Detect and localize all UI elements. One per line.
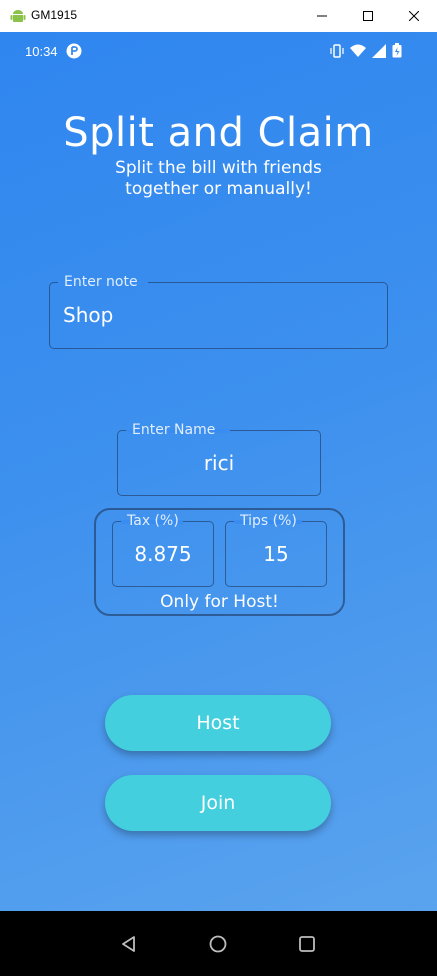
maximize-button[interactable] [345, 0, 391, 32]
host-settings-box: Tax (%) 8.875 Tips (%) 15 Only for Host! [94, 508, 345, 616]
minimize-button[interactable] [299, 0, 345, 32]
window-titlebar: GM1915 [0, 0, 437, 33]
note-field[interactable]: Enter note Shop [49, 274, 388, 349]
minimize-icon [317, 15, 327, 17]
name-field-value: rici [203, 451, 235, 475]
window-title: GM1915 [31, 8, 78, 22]
tax-field[interactable]: Tax (%) 8.875 [112, 513, 214, 587]
name-field-label: Enter Name [132, 422, 216, 438]
close-button[interactable] [391, 0, 437, 32]
app-badge-icon [66, 43, 82, 59]
tips-field-label: Tips (%) [240, 513, 297, 529]
app-title: Split and Claim [63, 110, 374, 156]
status-time: 10:34 [25, 44, 58, 59]
tax-field-label: Tax (%) [127, 513, 179, 529]
home-icon[interactable] [208, 934, 228, 954]
maximize-icon [363, 11, 373, 21]
wifi-icon [350, 44, 366, 57]
subtitle-line-2: together or manually! [125, 179, 312, 199]
battery-icon [392, 43, 402, 58]
navigation-bar [0, 911, 437, 976]
system-icons [330, 43, 402, 58]
subtitle-line-1: Split the bill with friends [115, 158, 322, 178]
app-subtitle: Split the bill with friends together or … [60, 158, 377, 200]
android-icon [10, 10, 26, 22]
tips-field-value: 15 [263, 542, 289, 566]
signal-icon [372, 43, 386, 58]
name-field[interactable]: Enter Name rici [117, 422, 321, 496]
tax-field-value: 8.875 [134, 542, 192, 566]
recents-icon[interactable] [297, 934, 317, 954]
note-field-label: Enter note [64, 274, 138, 290]
host-button[interactable]: Host [105, 695, 331, 751]
note-field-value: Shop [63, 303, 114, 327]
join-button[interactable]: Join [105, 775, 331, 831]
tips-field[interactable]: Tips (%) 15 [225, 513, 327, 587]
app-screen: 10:34 Split and Claim Split the bill wit… [0, 32, 437, 911]
back-icon[interactable] [119, 934, 139, 954]
host-only-note: Only for Host! [160, 592, 279, 612]
vibrate-icon [330, 43, 344, 58]
close-icon [409, 11, 419, 21]
status-bar: 10:34 [0, 32, 437, 72]
